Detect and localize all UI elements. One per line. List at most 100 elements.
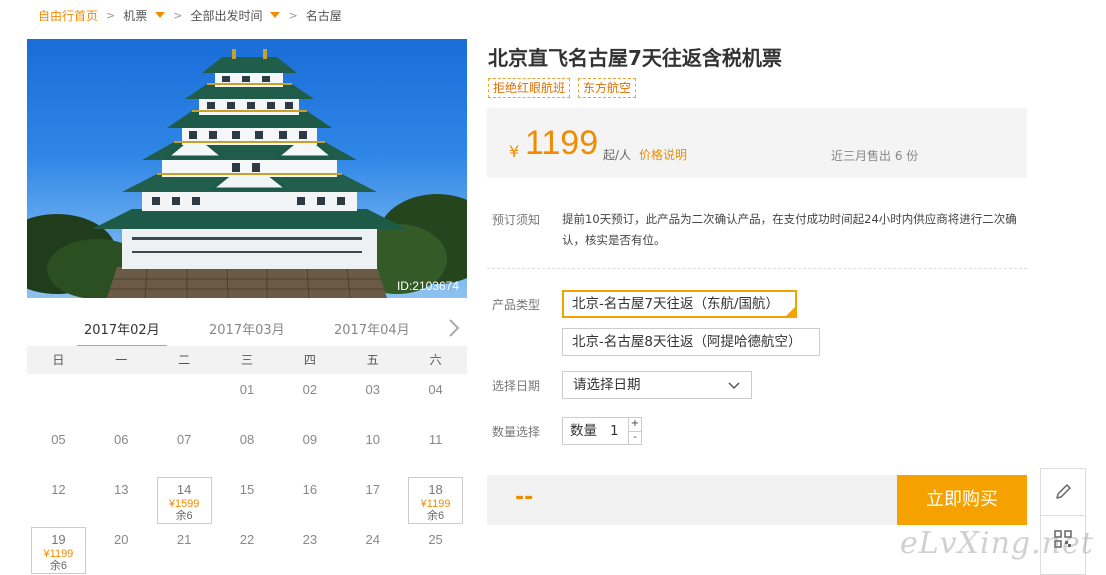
day-remaining: 余6 xyxy=(427,510,445,522)
calendar-day: 09 xyxy=(278,424,341,474)
calendar-day: 21 xyxy=(153,524,216,574)
calendar-day: 24 xyxy=(341,524,404,574)
calendar-month-tabs: 2017年02月 2017年03月 2017年04月 xyxy=(27,312,467,348)
booking-notice: 提前10天预订，此产品为二次确认产品，在支付成功时间起24小时内供应商将进行二次… xyxy=(562,212,1017,247)
day-number: 18 xyxy=(428,482,443,497)
day-number: 12 xyxy=(51,482,66,497)
calendar-day: 05 xyxy=(27,424,90,474)
tab-month-feb[interactable]: 2017年02月 xyxy=(84,319,160,338)
breadcrumb-ticket-label: 机票 xyxy=(123,8,148,23)
price-explain-link[interactable]: 价格说明 xyxy=(639,146,687,163)
day-number: 10 xyxy=(365,432,380,447)
quantity-value[interactable]: 1 xyxy=(610,418,619,444)
breadcrumb-ticket-dropdown[interactable]: 机票 xyxy=(123,7,166,24)
calendar-day-available[interactable]: 14 ¥1599 余6 xyxy=(156,477,212,524)
breadcrumb-separator: > xyxy=(288,8,298,22)
day-number: 22 xyxy=(239,532,255,547)
date-select[interactable]: 请选择日期 xyxy=(562,371,752,399)
calendar-day: 12 xyxy=(27,474,90,524)
calendar-day: 16 xyxy=(278,474,341,524)
calendar-day: 01 xyxy=(216,374,279,424)
quantity-decrement-button[interactable]: - xyxy=(629,431,641,444)
day-number: 13 xyxy=(114,482,129,497)
calendar-day: 23 xyxy=(278,524,341,574)
day-number: 23 xyxy=(302,532,318,547)
calendar-day: 20 xyxy=(90,524,153,574)
day-number: 06 xyxy=(114,432,129,447)
calendar-day: 02 xyxy=(278,374,341,424)
day-number: 16 xyxy=(302,482,318,497)
day-number: 03 xyxy=(365,382,380,397)
day-price: ¥1599 xyxy=(168,498,200,510)
day-number: 11 xyxy=(428,432,443,447)
calendar-day-available[interactable]: 18 ¥1199 余6 xyxy=(408,477,463,524)
chevron-down-icon xyxy=(728,382,740,390)
day-number: 24 xyxy=(365,532,380,547)
calendar-day: 07 xyxy=(153,424,216,474)
calendar-day: 17 xyxy=(341,474,404,524)
day-number: 25 xyxy=(428,532,443,547)
calendar-day: 06 xyxy=(90,424,153,474)
day-remaining: 余6 xyxy=(49,560,67,572)
breadcrumb-departure-label: 全部出发时间 xyxy=(190,8,263,23)
sold-count: 近三月售出 6 份 xyxy=(831,149,919,163)
product-tags: 拒绝红眼航班 东方航空 xyxy=(488,78,637,98)
breadcrumb: 自由行首页 > 机票 > 全部出发时间 > 名古屋 xyxy=(38,6,342,24)
weekday-label: 二 xyxy=(178,353,191,367)
breadcrumb-destination: 名古屋 xyxy=(305,8,342,23)
weekday-label: 日 xyxy=(52,353,65,367)
quantity-increment-button[interactable]: + xyxy=(629,418,641,431)
calendar-day xyxy=(153,374,216,424)
day-number: 14 xyxy=(176,482,192,497)
day-number: 15 xyxy=(239,482,255,497)
calendar-day: 11 xyxy=(404,424,467,474)
day-number: 20 xyxy=(114,532,129,547)
selected-corner-mark xyxy=(786,307,795,316)
day-number: 05 xyxy=(51,432,66,447)
photo-id-label: ID:2103674 xyxy=(396,279,459,293)
castle-illustration xyxy=(27,49,467,298)
notice-label: 预订须知 xyxy=(492,213,541,227)
day-number: 08 xyxy=(239,432,255,447)
divider xyxy=(487,268,1027,269)
day-number: 19 xyxy=(51,532,66,547)
product-title: 北京直飞名古屋7天往返含税机票 xyxy=(488,46,782,70)
feedback-button[interactable] xyxy=(1041,469,1085,515)
day-number: 01 xyxy=(239,382,255,397)
breadcrumb-home-link[interactable]: 自由行首页 xyxy=(38,7,98,24)
weekday-label: 三 xyxy=(240,353,253,367)
breadcrumb-separator: > xyxy=(173,8,183,22)
date-label: 选择日期 xyxy=(492,379,541,393)
calendar-grid: 01 02 03 04 05 06 07 08 09 10 11 12 13 14 ¥1599 余6 15 16 1… xyxy=(27,374,467,574)
day-number: 09 xyxy=(302,432,318,447)
price-value: 1199 xyxy=(525,124,599,162)
day-number: 21 xyxy=(176,532,192,547)
caret-down-icon xyxy=(155,12,166,18)
weekday-label: 一 xyxy=(115,353,128,367)
option-label: 北京-名古屋7天往返（东航/国航） xyxy=(572,296,780,312)
caret-down-icon xyxy=(270,12,281,18)
pencil-icon xyxy=(1056,484,1071,499)
price-per-person: 起/人 xyxy=(603,148,632,162)
product-type-option-7day[interactable]: 北京-名古屋7天往返（东航/国航） xyxy=(562,290,797,318)
calendar-day: 15 xyxy=(216,474,279,524)
buy-now-button[interactable]: 立即购买 xyxy=(897,475,1027,525)
day-number: 17 xyxy=(365,482,380,497)
date-select-value: 请选择日期 xyxy=(573,377,641,393)
breadcrumb-departure-dropdown[interactable]: 全部出发时间 xyxy=(190,7,281,24)
calendar-weekday-header: 日 一 二 三 四 五 六 xyxy=(27,346,467,374)
tab-month-apr[interactable]: 2017年04月 xyxy=(334,319,410,338)
calendar-day: 08 xyxy=(216,424,279,474)
product-type-option-8day[interactable]: 北京-名古屋8天往返（阿提哈德航空） xyxy=(562,328,820,356)
product-photo: ID:2103674 xyxy=(27,39,467,298)
calendar-day: 04 xyxy=(404,374,467,424)
quantity-label: 数量选择 xyxy=(492,425,541,439)
quantity-buttons: + - xyxy=(628,418,641,444)
price-panel: ¥ 1199 起/人 价格说明 近三月售出 6 份 xyxy=(487,108,1027,178)
tab-month-mar[interactable]: 2017年03月 xyxy=(209,319,285,338)
calendar-day-available[interactable]: 19 ¥1199 余6 xyxy=(31,527,86,574)
watermark: eLvXing.net xyxy=(900,526,1094,561)
chevron-right-icon[interactable] xyxy=(445,317,463,339)
calendar-day: 03 xyxy=(341,374,404,424)
calendar-day xyxy=(27,374,90,424)
